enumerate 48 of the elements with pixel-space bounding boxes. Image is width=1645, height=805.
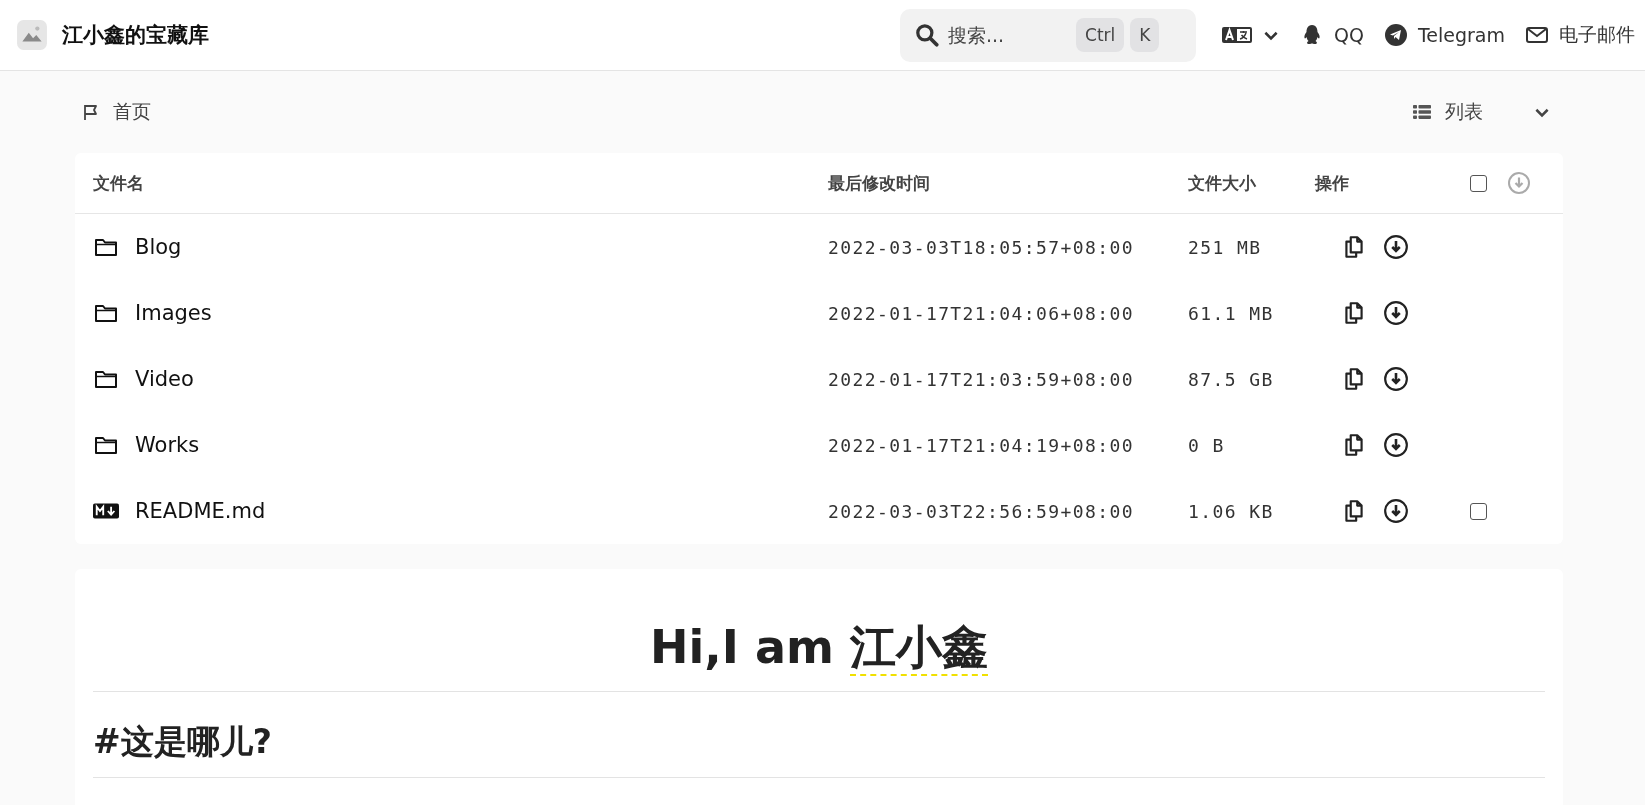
modified-time: 2022-03-03T22:56:59+08:00 [828, 500, 1135, 522]
folder-icon [93, 435, 119, 455]
file-size: 251 MB [1188, 236, 1263, 258]
file-name-link[interactable]: Images [135, 301, 212, 325]
file-size: 1.06 KB [1188, 500, 1275, 522]
folder-icon [93, 369, 119, 389]
file-size: 61.1 MB [1188, 302, 1275, 324]
download-icon[interactable] [1383, 432, 1409, 458]
row-checkbox[interactable] [1470, 502, 1487, 520]
logo-icon [16, 19, 48, 51]
column-header: 最后修改时间 [828, 171, 931, 195]
header-link[interactable]: 电子邮件 [1525, 22, 1635, 48]
folder-icon [93, 237, 119, 257]
modified-time: 2022-03-03T18:05:57+08:00 [828, 236, 1135, 258]
search-icon [914, 22, 940, 48]
file-name-link[interactable]: Blog [135, 235, 182, 259]
modified-time: 2022-01-17T21:04:06+08:00 [828, 302, 1135, 324]
download-icon[interactable] [1383, 498, 1409, 524]
readme-title: Hi,I am 江小鑫 [93, 589, 1545, 692]
name-link[interactable]: 江小鑫 [849, 620, 988, 676]
readme-heading: #这是哪儿? [93, 692, 1545, 778]
file-name-link[interactable]: Works [135, 433, 200, 457]
modified-time: 2022-01-17T21:04:19+08:00 [828, 434, 1135, 456]
list-icon [1413, 104, 1431, 120]
file-name-link[interactable]: README.md [135, 499, 266, 523]
language-button[interactable] [1222, 26, 1280, 44]
folder-icon [93, 303, 119, 323]
column-header: 操作 [1315, 171, 1350, 195]
markdown-icon [93, 501, 119, 521]
select-all-checkbox[interactable] [1470, 174, 1487, 192]
shortcut-key: K [1130, 18, 1160, 52]
search-field[interactable]: 搜索... [946, 23, 1070, 47]
header-link[interactable]: QQ [1300, 23, 1364, 47]
shortcut-key: Ctrl [1076, 18, 1125, 52]
header-link[interactable]: Telegram [1383, 23, 1505, 47]
file-size: 87.5 GB [1188, 368, 1275, 390]
download-icon[interactable] [1383, 234, 1409, 260]
home-breadcrumb[interactable]: 首页 [81, 99, 151, 125]
view-switch[interactable]: 列表 [1413, 99, 1551, 125]
modified-time: 2022-01-17T21:03:59+08:00 [828, 368, 1135, 390]
column-header: 文件名 [93, 171, 145, 195]
download-icon[interactable] [1383, 300, 1409, 326]
file-name-link[interactable]: Video [135, 367, 194, 391]
column-header: 文件大小 [1188, 171, 1257, 195]
file-size: 0 B [1188, 434, 1226, 456]
site-title[interactable]: 江小鑫的宝藏库 [62, 21, 209, 49]
download-icon[interactable] [1383, 366, 1409, 392]
paper-plane-icon [1383, 23, 1408, 47]
